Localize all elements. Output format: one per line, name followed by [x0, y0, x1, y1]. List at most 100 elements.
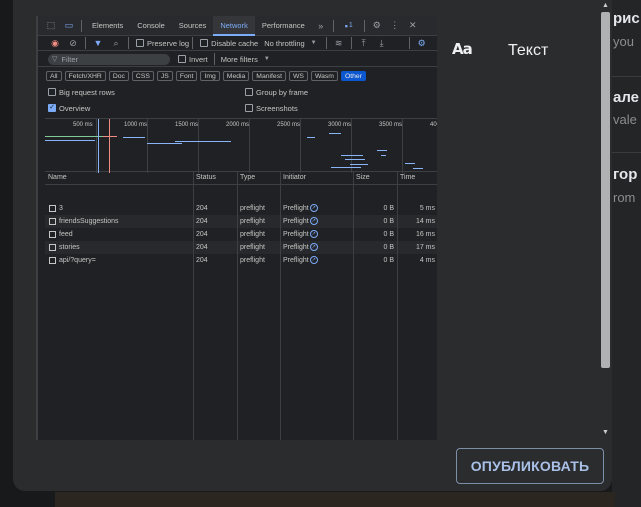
- more-tabs-icon[interactable]: »: [314, 19, 328, 33]
- chip-css[interactable]: CSS: [131, 71, 154, 81]
- issues-count: 1: [348, 22, 353, 29]
- scrollbar-thumb[interactable]: [601, 12, 610, 368]
- publish-button[interactable]: ОПУБЛИКОВАТЬ: [456, 448, 604, 484]
- overview-option[interactable]: ✓ Overview: [44, 101, 90, 115]
- group-by-frame-option[interactable]: Group by frame: [241, 85, 308, 99]
- chip-manifest[interactable]: Manifest: [252, 71, 286, 81]
- issues-icon[interactable]: ▪ 1: [339, 19, 359, 33]
- chip-other[interactable]: Other: [340, 71, 366, 81]
- text-tool-icon[interactable]: Aa: [452, 40, 478, 62]
- chip-fetch-xhr[interactable]: Fetch/XHR: [64, 71, 106, 81]
- device-toolbar-icon[interactable]: ▭: [62, 19, 76, 33]
- chip-doc[interactable]: Doc: [108, 71, 129, 81]
- cell-name: friendsSuggestions: [59, 218, 119, 225]
- throttling-select[interactable]: No throttling: [264, 39, 304, 48]
- cell-initiator[interactable]: Preflight ↗: [283, 254, 318, 267]
- cell-initiator[interactable]: Preflight ↗: [283, 241, 318, 254]
- big-request-rows-label: Big request rows: [59, 87, 115, 97]
- table-row[interactable]: api/?query= 204 preflight Preflight ↗ 0 B 4 ms: [45, 254, 437, 267]
- open-initiator-icon[interactable]: ↗: [309, 217, 318, 226]
- chevron-down-icon[interactable]: ▼: [307, 36, 321, 50]
- settings-gear-icon[interactable]: ⚙: [370, 19, 384, 33]
- cell-initiator[interactable]: Preflight ↗: [283, 228, 318, 241]
- tab-performance[interactable]: Performance: [255, 16, 312, 36]
- column-header-time[interactable]: Time: [400, 171, 415, 184]
- scroll-down-arrow-icon[interactable]: ▼: [601, 429, 610, 437]
- cell-type: preflight: [240, 205, 265, 212]
- chip-wasm[interactable]: Wasm: [310, 71, 338, 81]
- column-divider[interactable]: [397, 171, 398, 440]
- text-tool-label[interactable]: Текст: [508, 42, 548, 60]
- tab-elements[interactable]: Elements: [85, 16, 130, 36]
- inspect-element-icon[interactable]: ⬚: [44, 19, 58, 33]
- column-header-name[interactable]: Name: [48, 171, 67, 184]
- column-header-size[interactable]: Size: [356, 171, 370, 184]
- screenshots-option[interactable]: Screenshots: [241, 101, 298, 115]
- chip-media[interactable]: Media: [222, 71, 250, 81]
- cell-initiator[interactable]: Preflight ↗: [283, 215, 318, 228]
- overview-gridline: [96, 119, 97, 173]
- filter-icon[interactable]: ▼: [91, 36, 105, 50]
- chevron-down-icon[interactable]: ▼: [260, 52, 274, 66]
- cell-time: 17 ms: [415, 244, 435, 251]
- disable-cache-checkbox[interactable]: [200, 39, 209, 47]
- preserve-log-checkbox[interactable]: [136, 39, 144, 47]
- column-divider[interactable]: [353, 171, 354, 440]
- overview-label: Overview: [59, 103, 91, 113]
- column-header-status[interactable]: Status: [196, 171, 216, 184]
- tab-sources[interactable]: Sources: [172, 16, 214, 36]
- chip-ws[interactable]: WS: [288, 71, 308, 81]
- screenshots-checkbox[interactable]: [245, 104, 253, 112]
- clear-icon[interactable]: ⊘: [66, 36, 80, 50]
- chip-img[interactable]: Img: [200, 71, 220, 81]
- disable-cache-label: Disable cache: [211, 38, 259, 48]
- overview-gridline: [198, 119, 199, 173]
- open-initiator-icon[interactable]: ↗: [309, 230, 318, 239]
- cell-time: 4 ms: [419, 257, 435, 264]
- overview-tick-label: 1500 ms: [175, 122, 199, 128]
- background-photo: [55, 492, 615, 507]
- request-type-icon: [49, 218, 56, 225]
- column-divider[interactable]: [280, 171, 281, 440]
- group-by-frame-checkbox[interactable]: [245, 88, 253, 96]
- download-icon[interactable]: ⤓: [375, 36, 389, 50]
- open-initiator-icon[interactable]: ↗: [309, 256, 318, 265]
- cell-time: 14 ms: [415, 218, 435, 225]
- open-initiator-icon[interactable]: ↗: [309, 204, 318, 213]
- chip-font[interactable]: Font: [175, 71, 198, 81]
- background-text: але: [613, 89, 640, 106]
- open-initiator-icon[interactable]: ↗: [309, 243, 318, 252]
- network-conditions-icon[interactable]: ≋: [332, 36, 346, 50]
- table-row[interactable]: feed 204 preflight Preflight ↗ 0 B 16 ms: [45, 228, 437, 241]
- search-icon[interactable]: ⌕: [109, 36, 123, 50]
- invert-checkbox[interactable]: [178, 55, 186, 63]
- table-row[interactable]: 3 204 preflight Preflight ↗ 0 B 5 ms: [45, 202, 437, 215]
- big-request-rows-option[interactable]: Big request rows: [44, 85, 115, 99]
- filter-input[interactable]: ▽ Filter: [48, 53, 170, 65]
- column-divider[interactable]: [237, 171, 238, 440]
- filter-placeholder: Filter: [61, 54, 79, 64]
- cell-time: 5 ms: [419, 205, 435, 212]
- cell-initiator[interactable]: Preflight ↗: [283, 202, 318, 215]
- tab-console[interactable]: Console: [130, 16, 172, 36]
- chip-js[interactable]: JS: [156, 71, 173, 81]
- overview-request-bar: [147, 143, 182, 144]
- network-settings-gear-icon[interactable]: ⚙: [415, 36, 429, 50]
- column-divider[interactable]: [193, 171, 194, 440]
- more-filters-dropdown[interactable]: More filters: [221, 55, 258, 64]
- tab-network[interactable]: Network: [213, 16, 255, 36]
- big-request-rows-checkbox[interactable]: [48, 88, 56, 96]
- record-icon[interactable]: ◉: [48, 36, 62, 50]
- column-header-type[interactable]: Type: [240, 171, 255, 184]
- network-overview-timeline[interactable]: 500 ms 1000 ms 1500 ms 2000 ms 2500 ms 3000 m…: [45, 118, 437, 173]
- close-icon[interactable]: ✕: [406, 19, 420, 33]
- upload-icon[interactable]: ⤒: [357, 36, 371, 50]
- table-row[interactable]: stories 204 preflight Preflight ↗ 0 B 17 ms: [45, 241, 437, 254]
- vertical-scrollbar[interactable]: ▲ ▼: [599, 0, 612, 441]
- chip-all[interactable]: All: [46, 71, 62, 81]
- column-header-initiator[interactable]: Initiator: [283, 171, 306, 184]
- table-row[interactable]: friendsSuggestions 204 preflight Preflight ↗…: [45, 215, 437, 228]
- scroll-up-arrow-icon[interactable]: ▲: [601, 2, 610, 10]
- more-options-icon[interactable]: ⋮: [388, 19, 402, 33]
- overview-checkbox[interactable]: ✓: [48, 104, 56, 112]
